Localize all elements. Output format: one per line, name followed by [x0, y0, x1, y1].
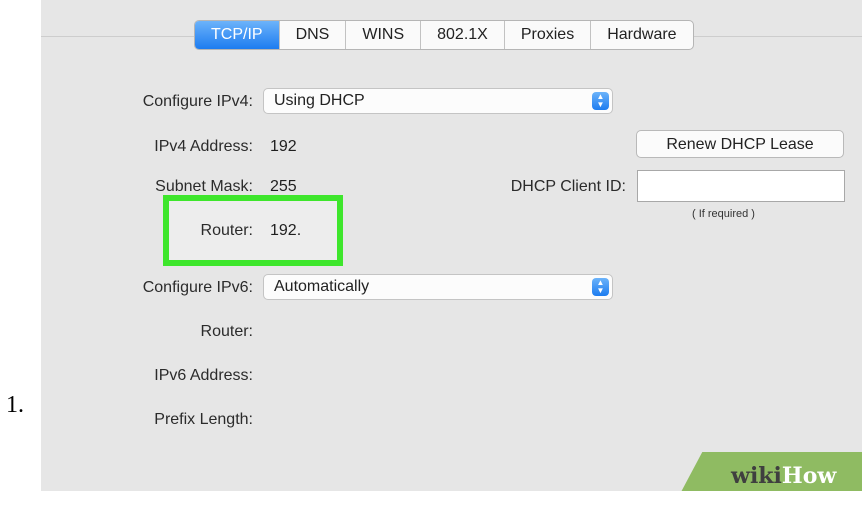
ipv6-address-label: IPv6 Address:: [154, 367, 253, 384]
ipv6-router-label: Router:: [200, 323, 253, 340]
subnet-mask-label: Subnet Mask:: [155, 178, 253, 195]
logo-wiki-text: wiki: [731, 463, 782, 489]
prefix-length-label: Prefix Length:: [154, 411, 253, 428]
up-down-chevron-icon: ▲ ▼: [592, 92, 609, 110]
subnet-mask-value: 255: [270, 178, 297, 195]
configure-ipv4-label: Configure IPv4:: [142, 93, 253, 110]
ipv4-address-value: 192: [270, 138, 297, 155]
dhcp-client-id-field[interactable]: [637, 170, 845, 202]
dhcp-client-id-label: DHCP Client ID:: [510, 178, 626, 195]
tab-dns[interactable]: DNS: [278, 21, 346, 49]
up-down-chevron-icon: ▲ ▼: [592, 278, 609, 296]
wikihow-logo: wikiHow: [731, 463, 836, 489]
tab-tcpip[interactable]: TCP/IP: [195, 21, 279, 49]
configure-ipv6-label: Configure IPv6:: [142, 279, 253, 296]
tab-8021x[interactable]: 802.1X: [420, 21, 504, 49]
dhcp-client-id-hint: ( If required ): [692, 208, 755, 220]
list-number: 1.: [6, 392, 24, 418]
logo-how-text: How: [781, 463, 837, 489]
tab-proxies[interactable]: Proxies: [503, 21, 590, 49]
configure-ipv6-select[interactable]: Automatically ▲ ▼: [263, 274, 613, 300]
renew-dhcp-lease-button[interactable]: Renew DHCP Lease: [636, 130, 844, 158]
router-value: 192.: [270, 222, 302, 239]
tab-bar: TCP/IP DNS WINS 802.1X Proxies Hardware: [194, 20, 694, 50]
tab-wins[interactable]: WINS: [345, 21, 420, 49]
ipv4-address-label: IPv4 Address:: [154, 138, 253, 155]
network-settings-panel: TCP/IP DNS WINS 802.1X Proxies Hardware …: [41, 0, 862, 491]
tab-hardware[interactable]: Hardware: [590, 21, 692, 49]
configure-ipv6-value: Automatically: [274, 278, 370, 295]
router-label: Router:: [200, 222, 253, 239]
configure-ipv4-value: Using DHCP: [274, 92, 365, 109]
configure-ipv4-select[interactable]: Using DHCP ▲ ▼: [263, 88, 613, 114]
